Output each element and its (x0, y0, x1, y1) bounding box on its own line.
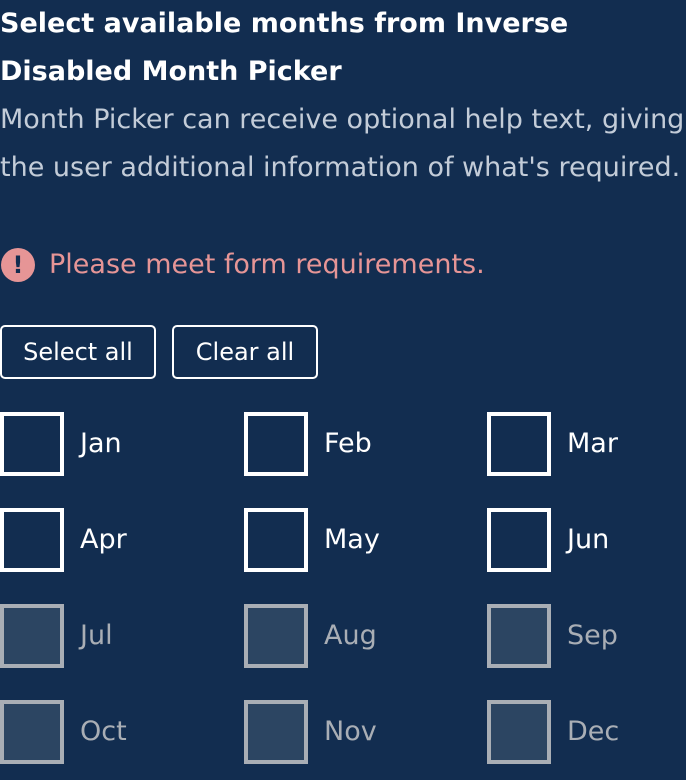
month-label-jan[interactable]: Jan (80, 412, 122, 476)
checkbox-jul (0, 604, 64, 668)
checkbox-mar[interactable] (487, 412, 551, 476)
month-label-nov: Nov (324, 716, 377, 747)
error-text: Please meet form requirements. (49, 249, 485, 280)
month-label-sep: Sep (567, 620, 618, 651)
month-label-may[interactable]: May (324, 508, 380, 572)
checkbox-may[interactable] (244, 508, 308, 572)
checkbox-jan[interactable] (0, 412, 64, 476)
checkbox-jun[interactable] (487, 508, 551, 572)
exclamation-circle-icon: ! (1, 248, 35, 282)
help-text: Month Picker can receive optional help t… (0, 104, 685, 183)
checkbox-dec (487, 700, 551, 764)
checkbox-apr[interactable] (0, 508, 64, 572)
error-message: ! Please meet form requirements. (0, 241, 485, 289)
checkbox-feb[interactable] (244, 412, 308, 476)
month-label-jun[interactable]: Jun (567, 508, 609, 572)
checkbox-nov (244, 700, 308, 764)
select-all-button[interactable]: Select all (0, 325, 156, 379)
month-label-oct: Oct (80, 716, 127, 747)
month-label-apr[interactable]: Apr (80, 508, 127, 572)
page-title: Select available months from Inverse Dis… (0, 8, 569, 87)
month-label-dec: Dec (567, 716, 620, 747)
month-label-jul: Jul (80, 620, 113, 651)
month-label-feb[interactable]: Feb (324, 412, 372, 476)
checkbox-aug (244, 604, 308, 668)
month-label-mar[interactable]: Mar (567, 412, 618, 476)
checkbox-oct (0, 700, 64, 764)
clear-all-button[interactable]: Clear all (172, 325, 318, 379)
month-label-aug: Aug (324, 620, 377, 651)
checkbox-sep (487, 604, 551, 668)
